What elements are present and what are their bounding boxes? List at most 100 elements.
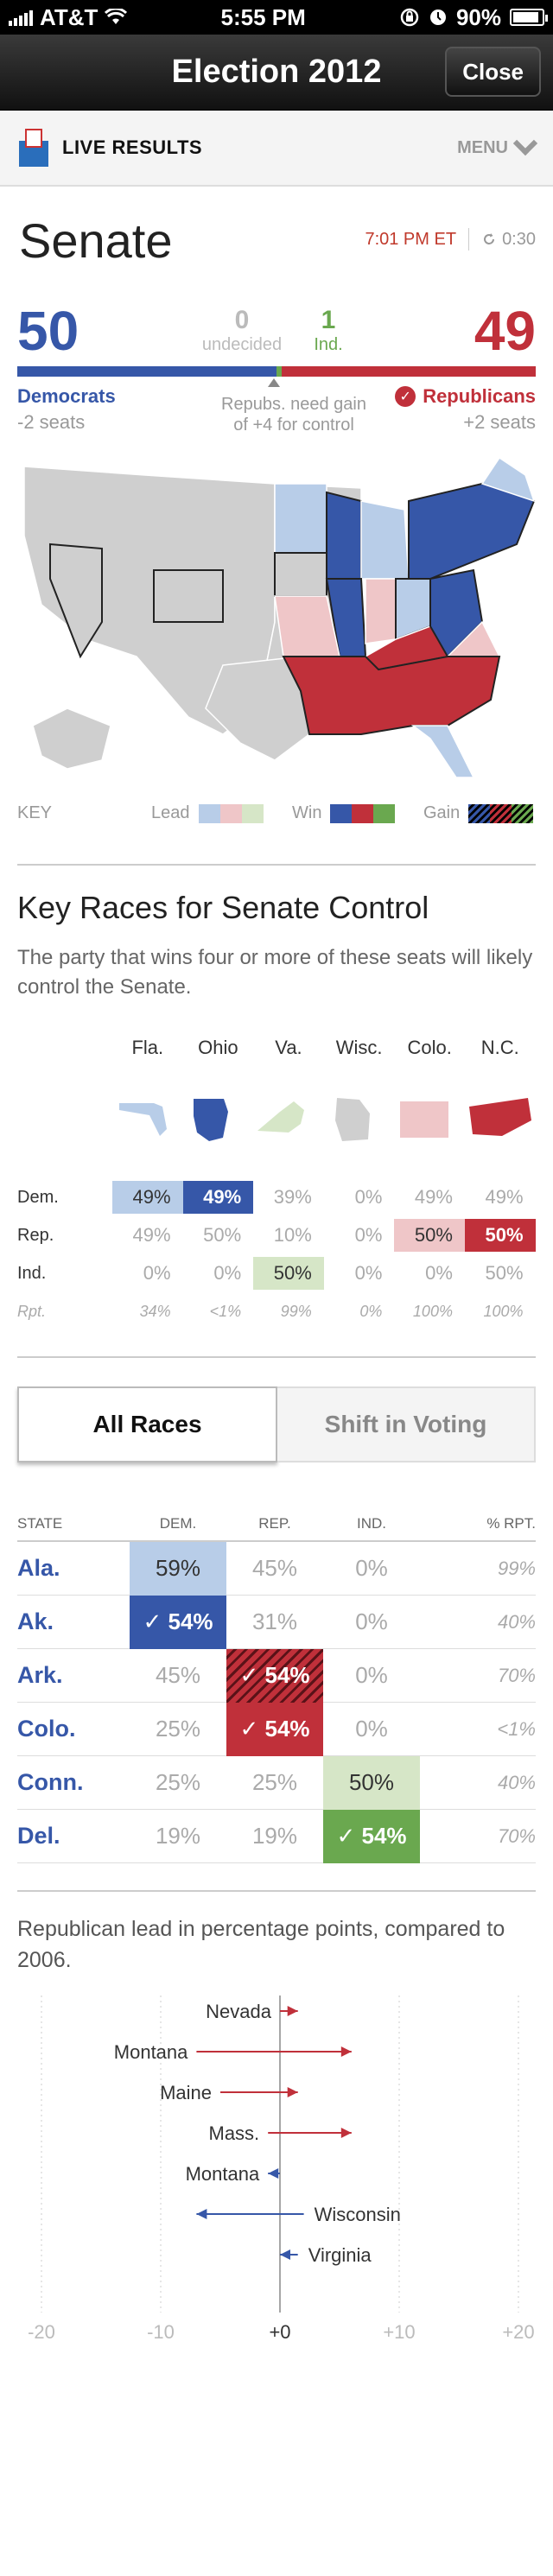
seat-bar-rep	[282, 366, 536, 377]
cell-dem: 19%	[155, 1823, 201, 1849]
key-races-title: Key Races for Senate Control	[17, 890, 429, 925]
independent-count: 1 Ind.	[302, 306, 354, 355]
us-senate-map[interactable]	[16, 449, 537, 778]
key-lead: Lead	[151, 803, 264, 823]
undecided-number: 0	[234, 306, 250, 334]
lead-swatch	[198, 803, 264, 823]
rep-seat-count: 49	[474, 300, 536, 362]
key-race-cell: 49%	[112, 1181, 183, 1214]
wifi-icon	[105, 9, 128, 24]
clock: 5:55 PM	[220, 3, 306, 30]
state-shape-icon[interactable]	[253, 1085, 324, 1154]
key-race-row: Rep. 49% 50% 10% 0% 50% 50%	[17, 1216, 536, 1254]
cell-state: Ak.	[17, 1608, 54, 1634]
battery-icon	[509, 9, 548, 26]
key-race-state-nc.: N.C.	[480, 1037, 519, 1058]
key-race-cell: 10%	[273, 1224, 312, 1246]
cell-ind: 0%	[355, 1608, 388, 1634]
state-shape-icon[interactable]	[183, 1085, 254, 1154]
us-map-svg	[23, 456, 536, 778]
close-button[interactable]: Close	[445, 47, 541, 97]
arrow-head	[280, 2249, 290, 2260]
battery-percent: 90%	[455, 3, 501, 30]
key-win-label: Win	[292, 803, 322, 822]
cell-rep: ✓ 54%	[226, 1648, 323, 1703]
key-race-state-fla: Fla.	[131, 1037, 164, 1058]
seat-bar	[17, 366, 536, 377]
update-meta: 7:01 PM ET 0:30	[365, 228, 536, 251]
key-races-states	[17, 1085, 536, 1154]
refresh-button[interactable]: 0:30	[481, 230, 536, 250]
arrow-head	[340, 2128, 352, 2138]
table-body: Ala. 59% 45% 0% 99% Ak. ✓ 54% 31% 0% 40% Ark. 45% ✓ …	[17, 1541, 536, 1863]
key-race-cell: 100%	[412, 1302, 453, 1320]
cell-rep: 45%	[251, 1555, 298, 1581]
row-label: Ind.	[17, 1263, 47, 1283]
tab-all-races[interactable]: All Races	[17, 1386, 277, 1462]
table-row[interactable]: Del. 19% 19% ✓ 54% 70%	[17, 1809, 536, 1863]
key-race-cell: 0%	[354, 1224, 383, 1246]
header-dem[interactable]: DEM.	[130, 1515, 226, 1532]
section-divider	[17, 1890, 536, 1892]
shift-state-label: Mass.	[209, 2122, 260, 2144]
live-results-brand[interactable]: LIVE RESULTS	[19, 129, 202, 167]
dem-summary: Democrats -2 seats	[17, 385, 116, 434]
menu-label: MENU	[457, 137, 508, 157]
row-label: Rep.	[17, 1225, 54, 1245]
rotation-lock-icon	[400, 8, 419, 27]
key-race-cell: 34%	[139, 1302, 171, 1320]
cell-rpt: 99%	[497, 1557, 536, 1579]
key-races-subtitle: The party that wins four or more of thes…	[17, 946, 533, 999]
signal-icon	[9, 9, 33, 26]
senate-title: Senate	[19, 213, 173, 268]
cell-rep: ✓ 54%	[226, 1702, 323, 1756]
key-gain: Gain	[423, 803, 534, 823]
cell-rep: 31%	[251, 1608, 298, 1634]
header-rep[interactable]: REP.	[226, 1515, 323, 1532]
state-shape-icon[interactable]	[394, 1085, 465, 1154]
view-tabs: All Races Shift in Voting	[17, 1386, 536, 1462]
key-race-cell: 39%	[273, 1186, 312, 1208]
key-race-cell: 49%	[132, 1224, 171, 1246]
key-race-cell: 49%	[414, 1186, 453, 1208]
cell-ind: 0%	[355, 1662, 388, 1688]
key-race-row: Dem. 49% 49% 39% 0% 49% 49%	[17, 1178, 536, 1216]
dem-party-label: Democrats	[17, 385, 116, 407]
cell-rpt: 40%	[497, 1610, 536, 1633]
key-race-cell: 50%	[464, 1219, 536, 1252]
tab-shift-in-voting[interactable]: Shift in Voting	[277, 1386, 536, 1462]
shift-state-label: Montana	[114, 2041, 188, 2063]
menu-button[interactable]: MENU	[457, 130, 538, 158]
independent-label: Ind.	[314, 335, 343, 354]
state-shape-icon[interactable]	[465, 1085, 536, 1154]
key-race-cell: 50%	[485, 1262, 524, 1284]
table-row[interactable]: Colo. 25% ✓ 54% 0% <1%	[17, 1702, 536, 1756]
independent-number: 1	[321, 306, 336, 334]
shift-state-label: Virginia	[308, 2244, 372, 2266]
header-rpt[interactable]: % RPT.	[420, 1515, 536, 1532]
key-race-cell: 0%	[354, 1262, 383, 1284]
key-race-state-va: Va.	[275, 1037, 302, 1058]
carrier-group: AT&T	[9, 4, 128, 31]
state-shape-icon[interactable]	[324, 1085, 395, 1154]
meta-divider	[468, 228, 470, 251]
key-races-grid: Fla. Ohio Va. Wisc. Colo. N.C. Dem. 49% 49% 39% 0…	[17, 1037, 536, 1330]
table-row[interactable]: Conn. 25% 25% 50% 40%	[17, 1755, 536, 1810]
tick-label: -20	[28, 2321, 55, 2343]
shift-state-label: Nevada	[206, 2001, 272, 2022]
section-divider	[17, 864, 536, 866]
shift-state-label: Montana	[186, 2163, 260, 2185]
header-ind[interactable]: IND.	[323, 1515, 420, 1532]
table-row[interactable]: Ark. 45% ✓ 54% 0% 70%	[17, 1648, 536, 1703]
row-label: Rpt.	[17, 1302, 47, 1320]
key-race-cell: 0%	[359, 1302, 383, 1320]
cell-rpt: 70%	[497, 1824, 536, 1847]
table-row[interactable]: Ak. ✓ 54% 31% 0% 40%	[17, 1595, 536, 1649]
table-row[interactable]: Ala. 59% 45% 0% 99%	[17, 1541, 536, 1596]
cell-ind: 0%	[355, 1716, 388, 1742]
header-state[interactable]: STATE	[17, 1515, 130, 1532]
gain-swatch	[468, 803, 534, 823]
state-shape-icon[interactable]	[112, 1085, 183, 1154]
control-marker	[268, 378, 280, 387]
arrow-head	[287, 2087, 298, 2097]
